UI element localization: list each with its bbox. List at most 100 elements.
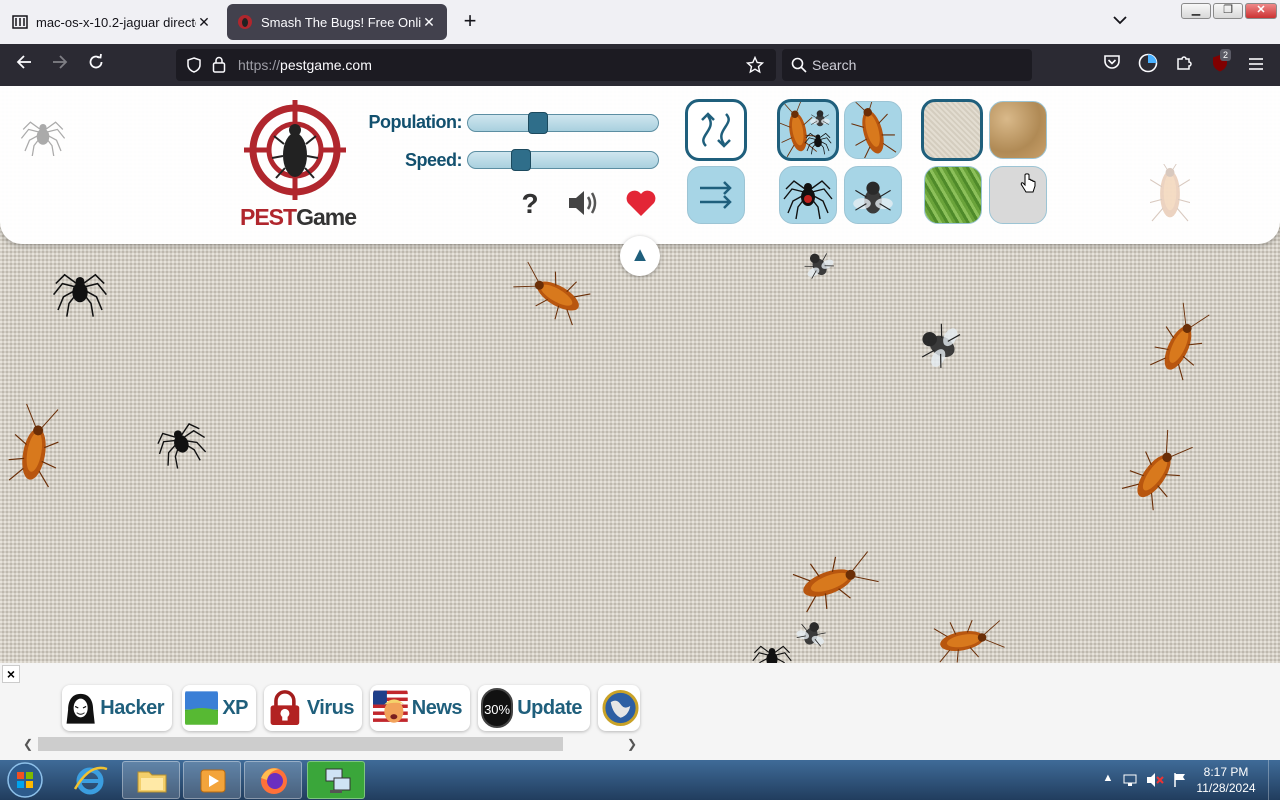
ublock-shield-icon[interactable]: 2: [1208, 49, 1232, 77]
close-icon[interactable]: ✕: [421, 14, 437, 31]
taskbar-internet-explorer[interactable]: [61, 761, 119, 799]
game-link-virus[interactable]: Virus: [264, 685, 362, 731]
navigation-toolbar: https://pestgame.com 2: [0, 44, 1280, 86]
background-plain-button[interactable]: [989, 166, 1047, 224]
fly[interactable]: [799, 246, 837, 282]
faded-cockroach-icon: [1150, 164, 1190, 222]
network-tray-icon[interactable]: [1122, 772, 1138, 788]
network-computers-icon: [325, 768, 351, 793]
spider[interactable]: [752, 645, 792, 663]
heart-favorite-icon[interactable]: [624, 188, 658, 218]
lock-skull-icon: [270, 690, 300, 726]
hamburger-menu-icon[interactable]: [1244, 53, 1268, 77]
straight-arrows-icon: [700, 181, 732, 209]
window-restore-button[interactable]: ❐: [1213, 3, 1243, 19]
account-sync-icon[interactable]: [1136, 53, 1160, 77]
xp-wallpaper-icon: [185, 691, 219, 725]
new-tab-button[interactable]: +: [458, 10, 482, 34]
scroll-left-arrow-icon[interactable]: ❮: [20, 735, 36, 753]
speed-slider[interactable]: [467, 149, 659, 171]
bug-type-mixed-button[interactable]: [777, 99, 839, 161]
search-bar[interactable]: [782, 49, 1032, 81]
spider[interactable]: [152, 419, 213, 474]
cockroach[interactable]: [791, 543, 882, 617]
taskbar-media-player[interactable]: [183, 761, 241, 799]
background-sand-button[interactable]: [989, 101, 1047, 159]
random-arrows-icon: [701, 112, 731, 148]
tab-title: Smash The Bugs! Free Online Ins: [261, 14, 421, 30]
reload-icon[interactable]: [84, 53, 108, 77]
cockroach[interactable]: [509, 255, 593, 329]
mixed-bugs-icon: [780, 102, 832, 158]
scroll-right-arrow-icon[interactable]: ❯: [624, 735, 640, 753]
address-bar[interactable]: https://pestgame.com: [176, 49, 776, 81]
system-clock[interactable]: 8:17 PM 11/28/2024: [1192, 764, 1260, 796]
windows-taskbar: ▲ 8:17 PM 11/28/2024: [0, 760, 1280, 800]
taskbar-network-app[interactable]: [307, 761, 365, 799]
pocket-icon[interactable]: [1100, 53, 1124, 77]
game-link-news[interactable]: News: [370, 685, 470, 731]
spider-icon: [783, 180, 833, 220]
volume-muted-icon[interactable]: [1146, 772, 1164, 788]
population-slider-thumb[interactable]: [527, 112, 548, 134]
logo-wordmark[interactable]: PESTGame: [240, 204, 357, 231]
tab-smash-the-bugs[interactable]: Smash The Bugs! Free Online Ins ✕: [227, 4, 447, 40]
show-desktop-button[interactable]: [1268, 760, 1280, 800]
cockroach[interactable]: [932, 613, 1007, 663]
spider[interactable]: [52, 274, 108, 318]
bug-type-fly-button[interactable]: [844, 166, 902, 224]
firefox-icon: [261, 768, 287, 794]
lock-icon[interactable]: [212, 56, 226, 78]
url-text[interactable]: https://pestgame.com: [238, 57, 372, 73]
start-orb-icon[interactable]: [4, 761, 46, 799]
close-strip-button[interactable]: ×: [2, 665, 20, 683]
window-minimize-button[interactable]: ▁: [1181, 3, 1211, 19]
background-canvas-button[interactable]: [921, 99, 983, 161]
game-link-xp[interactable]: XP: [182, 685, 256, 731]
chevron-down-icon[interactable]: [1108, 12, 1132, 32]
scrollbar-thumb[interactable]: [38, 737, 563, 751]
show-hidden-icons-chevron-icon[interactable]: ▲: [1100, 772, 1116, 788]
collapse-panel-button[interactable]: ▲: [620, 236, 660, 276]
game-link-update[interactable]: 30% Update: [478, 685, 590, 731]
bug-type-spider-button[interactable]: [779, 166, 837, 224]
tab-jaguar-directory[interactable]: mac-os-x-10.2-jaguar directory ✕: [2, 4, 222, 40]
fly[interactable]: [793, 617, 830, 650]
search-icon: [791, 57, 807, 78]
fly[interactable]: [912, 316, 965, 373]
back-arrow-icon[interactable]: [12, 53, 36, 77]
straight-movement-button[interactable]: [687, 166, 745, 224]
hacker-mask-icon: [66, 693, 95, 724]
forward-arrow-icon[interactable]: [48, 53, 72, 77]
extensions-puzzle-icon[interactable]: [1172, 53, 1196, 77]
globe-icon: [602, 689, 639, 727]
bug-type-cockroach-button[interactable]: [844, 101, 902, 159]
window-close-button[interactable]: ✕: [1245, 3, 1277, 19]
help-question-icon[interactable]: ?: [518, 188, 542, 219]
random-movement-button[interactable]: [685, 99, 747, 161]
bookmark-star-icon[interactable]: [745, 55, 765, 79]
speed-slider-thumb[interactable]: [510, 149, 531, 171]
bug-favicon-icon: [238, 15, 252, 29]
pestgame-logo-icon[interactable]: [244, 100, 346, 200]
cockroach[interactable]: [1118, 424, 1200, 513]
action-center-flag-icon[interactable]: [1172, 772, 1188, 788]
speaker-sound-icon[interactable]: [566, 188, 600, 218]
shield-icon[interactable]: [186, 57, 202, 78]
taskbar-firefox[interactable]: [244, 761, 302, 799]
game-canvas[interactable]: PESTGame Population: Speed: ? ▲: [0, 86, 1280, 663]
close-icon[interactable]: ✕: [196, 14, 212, 31]
folder-icon: [137, 771, 167, 793]
faded-spider-icon: [20, 121, 66, 156]
background-grass-button[interactable]: [924, 166, 982, 224]
game-link-hacker[interactable]: Hacker: [62, 685, 172, 731]
tab-title: mac-os-x-10.2-jaguar directory: [36, 14, 196, 30]
population-slider[interactable]: [467, 112, 659, 134]
cockroach[interactable]: [4, 401, 67, 489]
search-input[interactable]: [812, 55, 1012, 75]
strip-horizontal-scrollbar[interactable]: ❮ ❯: [20, 735, 642, 753]
game-link-globe[interactable]: [598, 685, 640, 731]
game-link-label: Hacker: [100, 696, 164, 719]
cockroach[interactable]: [1146, 299, 1217, 383]
taskbar-file-explorer[interactable]: [122, 761, 180, 799]
